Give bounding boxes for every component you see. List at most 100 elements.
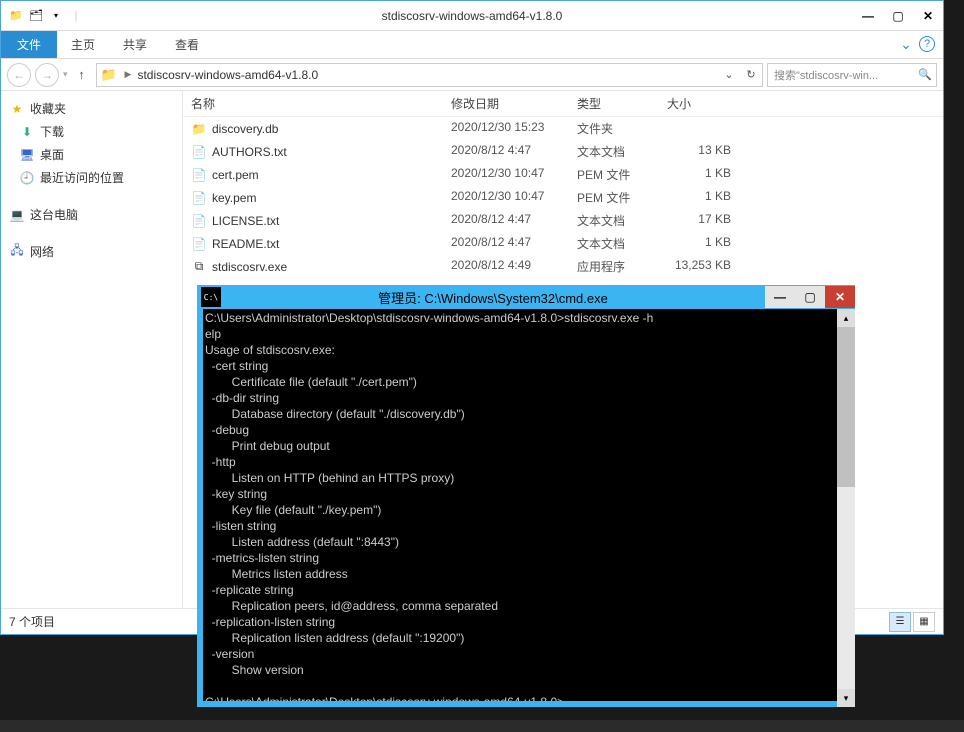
nav-label: 下载: [40, 123, 64, 140]
new-folder-icon[interactable]: 🗂: [27, 7, 45, 25]
window-title: stdiscosrv-windows-amd64-v1.8.0: [91, 9, 853, 23]
file-icon: 📄: [191, 213, 207, 229]
cmd-scrollbar[interactable]: ▴ ▾: [837, 309, 855, 707]
file-row[interactable]: 📄LICENSE.txt2020/8/12 4:47文本文档17 KB: [183, 209, 943, 232]
help-icon[interactable]: ?: [919, 36, 935, 52]
file-row[interactable]: 📄key.pem2020/12/30 10:47PEM 文件1 KB: [183, 186, 943, 209]
maximize-button[interactable]: ▢: [883, 2, 913, 30]
file-size: 17 KB: [659, 210, 739, 231]
nav-desktop[interactable]: 🖥 桌面: [1, 143, 182, 166]
file-row[interactable]: 📄README.txt2020/8/12 4:47文本文档1 KB: [183, 232, 943, 255]
cmd-maximize-button[interactable]: ▢: [795, 286, 825, 308]
minimize-button[interactable]: —: [853, 2, 883, 30]
nav-label: 最近访问的位置: [40, 169, 124, 186]
cmd-titlebar[interactable]: C:\ 管理员: C:\Windows\System32\cmd.exe — ▢…: [197, 285, 855, 309]
file-size: 1 KB: [659, 164, 739, 185]
nav-recent[interactable]: 🕘 最近访问的位置: [1, 166, 182, 189]
nav-favorites[interactable]: ★ 收藏夹: [1, 97, 182, 120]
nav-downloads[interactable]: ⬇ 下载: [1, 120, 182, 143]
chevron-right-icon[interactable]: ▶: [123, 69, 134, 80]
folder-icon: 📁: [7, 7, 25, 25]
view-details-button[interactable]: ☰: [889, 612, 911, 632]
cmd-output[interactable]: C:\Users\Administrator\Desktop\stdiscosr…: [203, 309, 849, 701]
file-row[interactable]: 📁 discovery.db 2020/12/30 15:23文件夹: [183, 117, 943, 140]
tab-view[interactable]: 查看: [161, 31, 213, 58]
file-name: stdiscosrv.exe: [212, 260, 287, 274]
recent-icon: 🕘: [19, 170, 35, 186]
cmd-close-button[interactable]: ✕: [825, 286, 855, 308]
nav-label: 网络: [30, 243, 54, 260]
star-icon: ★: [9, 101, 25, 117]
taskbar[interactable]: [0, 720, 964, 732]
col-name[interactable]: 名称: [183, 91, 443, 116]
breadcrumb[interactable]: stdiscosrv-windows-amd64-v1.8.0: [133, 68, 322, 82]
file-date: 2020/12/30 10:47: [443, 164, 569, 185]
file-tab[interactable]: 文件: [1, 31, 57, 58]
file-date: 2020/8/12 4:47: [443, 233, 569, 254]
file-icon: 📄: [191, 236, 207, 252]
nav-computer[interactable]: 💻这台电脑: [1, 203, 182, 226]
expand-ribbon-icon[interactable]: ⌄: [893, 31, 919, 58]
file-size: 1 KB: [659, 233, 739, 254]
file-icon: 📁: [191, 121, 207, 137]
ribbon: 文件 主页 共享 查看 ⌄ ?: [1, 31, 943, 59]
file-date: 2020/8/12 4:47: [443, 210, 569, 231]
file-row[interactable]: 📄cert.pem2020/12/30 10:47PEM 文件1 KB: [183, 163, 943, 186]
computer-icon: 💻: [9, 207, 25, 223]
dropdown-icon[interactable]: ⌄: [718, 64, 740, 86]
tab-share[interactable]: 共享: [109, 31, 161, 58]
history-dropdown-icon[interactable]: ▾: [63, 69, 68, 80]
nav-network[interactable]: 🖧 网络: [1, 240, 182, 263]
file-size: 13,253 KB: [659, 256, 739, 277]
desktop-icon: 🖥: [19, 147, 35, 163]
file-type: 文本文档: [569, 141, 659, 162]
back-button[interactable]: ←: [7, 63, 31, 87]
file-row[interactable]: ⧉stdiscosrv.exe2020/8/12 4:49应用程序13,253 …: [183, 255, 943, 278]
cmd-minimize-button[interactable]: —: [765, 286, 795, 308]
folder-icon: 📁: [101, 67, 119, 83]
scroll-up-icon[interactable]: ▴: [837, 309, 855, 327]
cmd-icon: C:\: [201, 287, 221, 307]
address-bar[interactable]: 📁 ▶ stdiscosrv-windows-amd64-v1.8.0 ⌄ ↻: [96, 63, 763, 87]
file-date: 2020/8/12 4:49: [443, 256, 569, 277]
col-type[interactable]: 类型: [569, 91, 659, 116]
file-name: cert.pem: [212, 168, 259, 182]
file-type: 文件夹: [569, 118, 659, 139]
nav-label: 桌面: [40, 146, 64, 163]
search-icon[interactable]: 🔍: [914, 68, 936, 81]
cmd-title: 管理员: C:\Windows\System32\cmd.exe: [221, 288, 765, 307]
file-date: 2020/12/30 15:23: [443, 118, 569, 139]
divider: |: [67, 7, 85, 25]
tab-home[interactable]: 主页: [57, 31, 109, 58]
file-name: LICENSE.txt: [212, 214, 279, 228]
nav-label: 收藏夹: [30, 100, 66, 117]
refresh-icon[interactable]: ↻: [740, 64, 762, 86]
col-date[interactable]: 修改日期: [443, 91, 569, 116]
qat-dropdown-icon[interactable]: ▾: [47, 7, 65, 25]
file-name: discovery.db: [212, 122, 278, 136]
search-input[interactable]: 搜索"stdiscosrv-win... 🔍: [767, 63, 937, 87]
view-icons-button[interactable]: ▦: [913, 612, 935, 632]
file-icon: 📄: [191, 190, 207, 206]
close-button[interactable]: ✕: [913, 2, 943, 30]
nav-pane: ★ 收藏夹 ⬇ 下载 🖥 桌面 🕘 最近访问的位置 💻这台电脑 🖧 网络: [1, 91, 183, 608]
scroll-thumb[interactable]: [837, 327, 855, 487]
network-icon: 🖧: [9, 244, 25, 260]
address-bar-row: ← → ▾ ↑ 📁 ▶ stdiscosrv-windows-amd64-v1.…: [1, 59, 943, 91]
col-size[interactable]: 大小: [659, 91, 739, 116]
file-icon: 📄: [191, 167, 207, 183]
file-name: README.txt: [212, 237, 279, 251]
explorer-titlebar[interactable]: 📁 🗂 ▾ | stdiscosrv-windows-amd64-v1.8.0 …: [1, 1, 943, 31]
forward-button[interactable]: →: [35, 63, 59, 87]
file-size: 13 KB: [659, 141, 739, 162]
list-header[interactable]: 名称 修改日期 类型 大小: [183, 91, 943, 117]
file-date: 2020/8/12 4:47: [443, 141, 569, 162]
search-placeholder: 搜索"stdiscosrv-win...: [768, 67, 914, 83]
file-row[interactable]: 📄AUTHORS.txt2020/8/12 4:47文本文档13 KB: [183, 140, 943, 163]
download-icon: ⬇: [19, 124, 35, 140]
scroll-down-icon[interactable]: ▾: [837, 689, 855, 707]
up-button[interactable]: ↑: [72, 65, 92, 85]
status-text: 7 个项目: [9, 613, 55, 630]
file-size: [659, 118, 739, 139]
file-type: 应用程序: [569, 256, 659, 277]
